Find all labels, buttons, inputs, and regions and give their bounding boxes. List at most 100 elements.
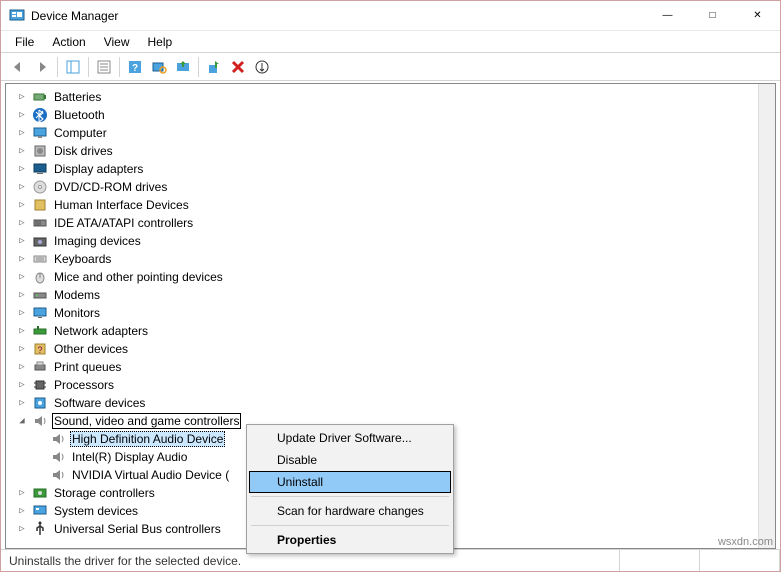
tree-node[interactable]: ▷Software devices (6, 394, 775, 412)
menu-view[interactable]: View (96, 33, 138, 51)
toolbar: ? (1, 53, 780, 81)
tree-node-label: Imaging devices (52, 234, 143, 248)
context-menu-item[interactable]: Update Driver Software... (249, 427, 451, 449)
expand-icon[interactable]: ▷ (16, 505, 28, 517)
tree-node-label: System devices (52, 504, 140, 518)
tree-node-label: IDE ATA/ATAPI controllers (52, 216, 195, 230)
expand-icon[interactable]: ▷ (16, 91, 28, 103)
menu-help[interactable]: Help (140, 33, 181, 51)
expand-icon[interactable]: ▷ (16, 271, 28, 283)
tree-node-label: Storage controllers (52, 486, 157, 500)
expand-icon[interactable]: ▷ (16, 163, 28, 175)
tree-node-label: Other devices (52, 342, 130, 356)
tree-node[interactable]: ▷ IDE ATA/ATAPI controllers (6, 214, 775, 232)
window-controls: — □ ✕ (645, 1, 780, 30)
maximize-button[interactable]: □ (690, 1, 735, 30)
tree-node[interactable]: ▷ Human Interface Devices (6, 196, 775, 214)
tree-node[interactable]: ▷ Mice and other pointing devices (6, 268, 775, 286)
expand-icon[interactable]: ▷ (16, 127, 28, 139)
tree-node-label: DVD/CD-ROM drives (52, 180, 169, 194)
close-button[interactable]: ✕ (735, 1, 780, 30)
expand-icon[interactable]: ▷ (16, 325, 28, 337)
context-menu-item[interactable]: Disable (249, 449, 451, 471)
expand-icon[interactable]: ▷ (16, 379, 28, 391)
tree-node-label: Monitors (52, 306, 102, 320)
expand-icon[interactable]: ▷ (16, 523, 28, 535)
scan-hardware-button[interactable] (148, 56, 170, 78)
minimize-button[interactable]: — (645, 1, 690, 30)
tree-node-label: Batteries (52, 90, 103, 104)
tree-node[interactable]: ▷ Display adapters (6, 160, 775, 178)
dvd-icon (32, 179, 48, 195)
tree-node[interactable]: ▷Modems (6, 286, 775, 304)
expand-icon[interactable]: ▷ (16, 343, 28, 355)
expand-icon[interactable]: ▷ (16, 289, 28, 301)
no-expand (34, 469, 46, 481)
svg-text:?: ? (132, 63, 138, 74)
expand-icon[interactable]: ▷ (16, 361, 28, 373)
tree-node[interactable]: ▷?Other devices (6, 340, 775, 358)
show-hide-console-button[interactable] (62, 56, 84, 78)
hid-icon (32, 197, 48, 213)
context-menu-item[interactable]: Scan for hardware changes (249, 500, 451, 522)
tree-node-label: Display adapters (52, 162, 145, 176)
tree-node[interactable]: ▷ Batteries (6, 88, 775, 106)
expand-icon[interactable]: ▷ (16, 181, 28, 193)
menubar: File Action View Help (1, 31, 780, 53)
update-driver-button[interactable] (172, 56, 194, 78)
storage-icon (32, 485, 48, 501)
enable-button[interactable] (203, 56, 225, 78)
app-icon (9, 8, 25, 24)
tree-node[interactable]: ▷Computer (6, 124, 775, 142)
expand-icon[interactable]: ▷ (16, 145, 28, 157)
tree-node[interactable]: ▷Keyboards (6, 250, 775, 268)
toolbar-separator (198, 57, 199, 77)
help-button[interactable]: ? (124, 56, 146, 78)
no-expand (34, 433, 46, 445)
network-icon (32, 323, 48, 339)
toolbar-separator (119, 57, 120, 77)
collapse-icon[interactable]: ◢ (16, 415, 28, 427)
mouse-icon (32, 269, 48, 285)
tree-node[interactable]: ▷ Monitors (6, 304, 775, 322)
printer-icon (32, 359, 48, 375)
back-button[interactable] (7, 56, 29, 78)
expand-icon[interactable]: ▷ (16, 397, 28, 409)
sound-icon (32, 413, 48, 429)
tree-node-label: Print queues (52, 360, 123, 374)
tree-node[interactable]: ▷Bluetooth (6, 106, 775, 124)
expand-icon[interactable]: ▷ (16, 109, 28, 121)
expand-icon[interactable]: ▷ (16, 235, 28, 247)
tree-node[interactable]: ▷Disk drives (6, 142, 775, 160)
tree-node[interactable]: ▷Network adapters (6, 322, 775, 340)
tree-node[interactable]: ▷ Imaging devices (6, 232, 775, 250)
no-expand (34, 451, 46, 463)
expand-icon[interactable]: ▷ (16, 487, 28, 499)
menu-file[interactable]: File (7, 33, 42, 51)
software-icon (32, 395, 48, 411)
uninstall-button[interactable] (227, 56, 249, 78)
context-menu-item[interactable]: Properties (249, 529, 451, 551)
menu-action[interactable]: Action (44, 33, 93, 51)
expand-icon[interactable]: ▷ (16, 199, 28, 211)
expand-icon[interactable]: ▷ (16, 307, 28, 319)
properties-button[interactable] (93, 56, 115, 78)
modem-icon (32, 287, 48, 303)
forward-button[interactable] (31, 56, 53, 78)
titlebar: Device Manager — □ ✕ (1, 1, 780, 31)
vertical-scrollbar[interactable] (758, 84, 775, 548)
tree-node-label: Intel(R) Display Audio (70, 450, 189, 464)
tree-node-label: Human Interface Devices (52, 198, 191, 212)
expand-icon[interactable]: ▷ (16, 253, 28, 265)
window-title: Device Manager (31, 9, 645, 23)
expand-icon[interactable]: ▷ (16, 217, 28, 229)
context-menu-separator (251, 496, 449, 497)
tree-node[interactable]: ▷ DVD/CD-ROM drives (6, 178, 775, 196)
usb-icon (32, 521, 48, 537)
context-menu-item[interactable]: Uninstall (249, 471, 451, 493)
tree-node[interactable]: ▷Processors (6, 376, 775, 394)
tree-node[interactable]: ▷ Print queues (6, 358, 775, 376)
tree-node-label: Mice and other pointing devices (52, 270, 225, 284)
disable-button[interactable] (251, 56, 273, 78)
display-icon (32, 161, 48, 177)
